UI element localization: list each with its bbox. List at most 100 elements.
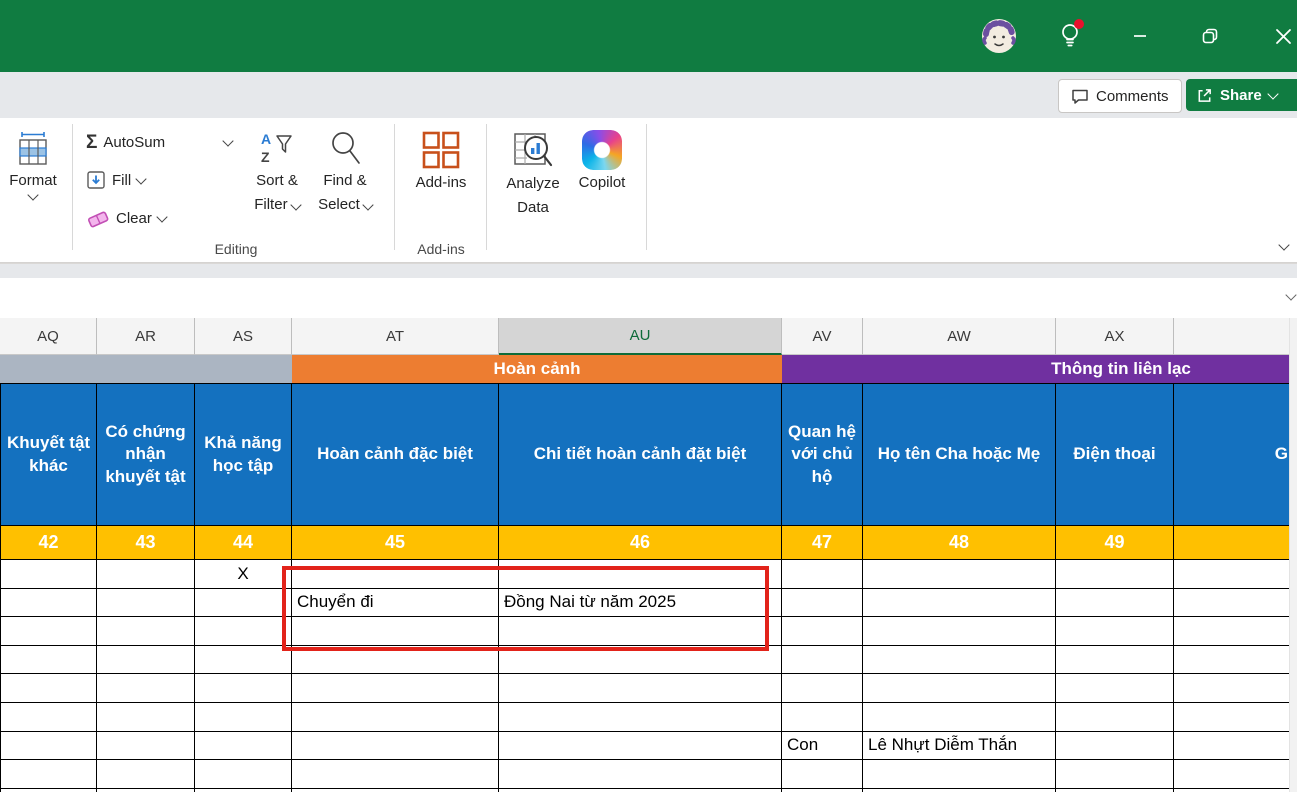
data-cell[interactable]: [0, 560, 97, 589]
data-cell[interactable]: [863, 589, 1056, 618]
share-button[interactable]: Share: [1186, 79, 1297, 111]
data-cell[interactable]: [195, 732, 292, 761]
field-number-cell[interactable]: 44: [195, 525, 292, 560]
data-cell[interactable]: X: [195, 560, 292, 589]
data-cell[interactable]: [1056, 760, 1174, 789]
data-cell[interactable]: [0, 646, 97, 675]
field-number-cell[interactable]: 49: [1056, 525, 1174, 560]
analyze-data-button[interactable]: Analyze Data: [498, 124, 568, 246]
lightbulb-notification-button[interactable]: [1050, 18, 1090, 54]
data-cell[interactable]: [195, 646, 292, 675]
table-header-cell[interactable]: Chi tiết hoàn cảnh đặt biệt: [499, 383, 782, 525]
column-header-AR[interactable]: AR: [97, 318, 195, 355]
field-number-cell[interactable]: 42: [0, 525, 97, 560]
data-cell[interactable]: [0, 760, 97, 789]
format-button[interactable]: Format: [2, 124, 64, 246]
data-cell[interactable]: [499, 674, 782, 703]
formula-bar-row[interactable]: [0, 278, 1297, 319]
data-cell[interactable]: [292, 646, 499, 675]
column-header-AW[interactable]: AW: [863, 318, 1056, 355]
data-cell[interactable]: [1174, 560, 1290, 589]
data-cell[interactable]: [1056, 617, 1174, 646]
data-cell[interactable]: [97, 732, 195, 761]
data-cell[interactable]: [863, 560, 1056, 589]
add-ins-button[interactable]: Add-ins: [405, 124, 477, 246]
sort-filter-button[interactable]: A Z Sort & Filter: [246, 124, 308, 246]
data-cell[interactable]: [863, 674, 1056, 703]
column-header-partial[interactable]: [1174, 318, 1290, 355]
data-cell[interactable]: [195, 674, 292, 703]
data-cell[interactable]: [499, 646, 782, 675]
data-cell[interactable]: [1056, 646, 1174, 675]
data-cell[interactable]: [499, 703, 782, 732]
table-header-cell[interactable]: G: [1174, 383, 1290, 525]
data-cell[interactable]: [1056, 703, 1174, 732]
data-cell[interactable]: [97, 703, 195, 732]
data-cell[interactable]: [863, 760, 1056, 789]
vertical-scrollbar[interactable]: [1289, 318, 1297, 792]
user-avatar[interactable]: [981, 18, 1017, 54]
table-header-cell[interactable]: Hoàn cảnh đặc biệt: [292, 383, 499, 525]
table-header-cell[interactable]: Khả năng học tập: [195, 383, 292, 525]
data-cell[interactable]: [292, 617, 499, 646]
data-cell[interactable]: [1174, 674, 1290, 703]
data-cell[interactable]: [1056, 674, 1174, 703]
data-cell[interactable]: [97, 760, 195, 789]
data-cell[interactable]: [195, 760, 292, 789]
comments-button[interactable]: Comments: [1058, 79, 1182, 113]
clear-button[interactable]: Clear: [86, 204, 166, 232]
field-number-cell[interactable]: [1174, 525, 1290, 560]
data-cell[interactable]: [1174, 646, 1290, 675]
data-cell[interactable]: [1056, 732, 1174, 761]
table-header-cell[interactable]: Khuyết tật khác: [0, 383, 97, 525]
column-header-AV[interactable]: AV: [782, 318, 863, 355]
data-cell[interactable]: [863, 703, 1056, 732]
data-cell[interactable]: [1174, 589, 1290, 618]
data-cell[interactable]: [0, 674, 97, 703]
fill-button[interactable]: Fill: [86, 166, 145, 194]
field-number-cell[interactable]: 46: [499, 525, 782, 560]
ribbon-collapse-button[interactable]: [1274, 238, 1294, 254]
field-number-cell[interactable]: 48: [863, 525, 1056, 560]
field-number-cell[interactable]: 47: [782, 525, 863, 560]
data-cell[interactable]: [863, 646, 1056, 675]
data-cell[interactable]: [782, 760, 863, 789]
field-number-cell[interactable]: 45: [292, 525, 499, 560]
copilot-button[interactable]: Copilot: [570, 124, 634, 246]
data-cell[interactable]: [782, 560, 863, 589]
band-cell[interactable]: Thông tin liên lạc: [782, 355, 1290, 383]
data-cell[interactable]: [1056, 589, 1174, 618]
data-cell[interactable]: [97, 617, 195, 646]
data-cell[interactable]: [195, 589, 292, 618]
data-cell[interactable]: [782, 617, 863, 646]
column-header-AT[interactable]: AT: [292, 318, 499, 355]
data-cell[interactable]: Chuyển đi: [292, 589, 499, 618]
data-cell[interactable]: [782, 646, 863, 675]
find-select-button[interactable]: Find & Select: [312, 124, 378, 246]
data-cell[interactable]: Con: [782, 732, 863, 761]
data-cell[interactable]: [0, 589, 97, 618]
data-cell[interactable]: [499, 760, 782, 789]
band-cell[interactable]: [0, 355, 292, 383]
restore-button[interactable]: [1190, 18, 1230, 54]
data-cell[interactable]: [782, 703, 863, 732]
field-number-cell[interactable]: 43: [97, 525, 195, 560]
table-header-cell[interactable]: Quan hệ với chủ hộ: [782, 383, 863, 525]
data-cell[interactable]: [292, 674, 499, 703]
table-header-cell[interactable]: Điện thoại: [1056, 383, 1174, 525]
data-cell[interactable]: [1174, 703, 1290, 732]
table-header-cell[interactable]: Họ tên Cha hoặc Mẹ: [863, 383, 1056, 525]
data-cell[interactable]: [97, 589, 195, 618]
data-cell[interactable]: [292, 703, 499, 732]
column-header-AS[interactable]: AS: [195, 318, 292, 355]
close-button[interactable]: [1263, 18, 1297, 54]
data-cell[interactable]: [292, 560, 499, 589]
data-cell[interactable]: [292, 732, 499, 761]
data-cell[interactable]: [97, 646, 195, 675]
data-cell[interactable]: [1174, 760, 1290, 789]
data-cell[interactable]: [195, 617, 292, 646]
data-cell[interactable]: [1174, 732, 1290, 761]
data-cell[interactable]: [292, 760, 499, 789]
formula-bar-expand-button[interactable]: [1282, 288, 1297, 304]
data-cell[interactable]: [499, 560, 782, 589]
